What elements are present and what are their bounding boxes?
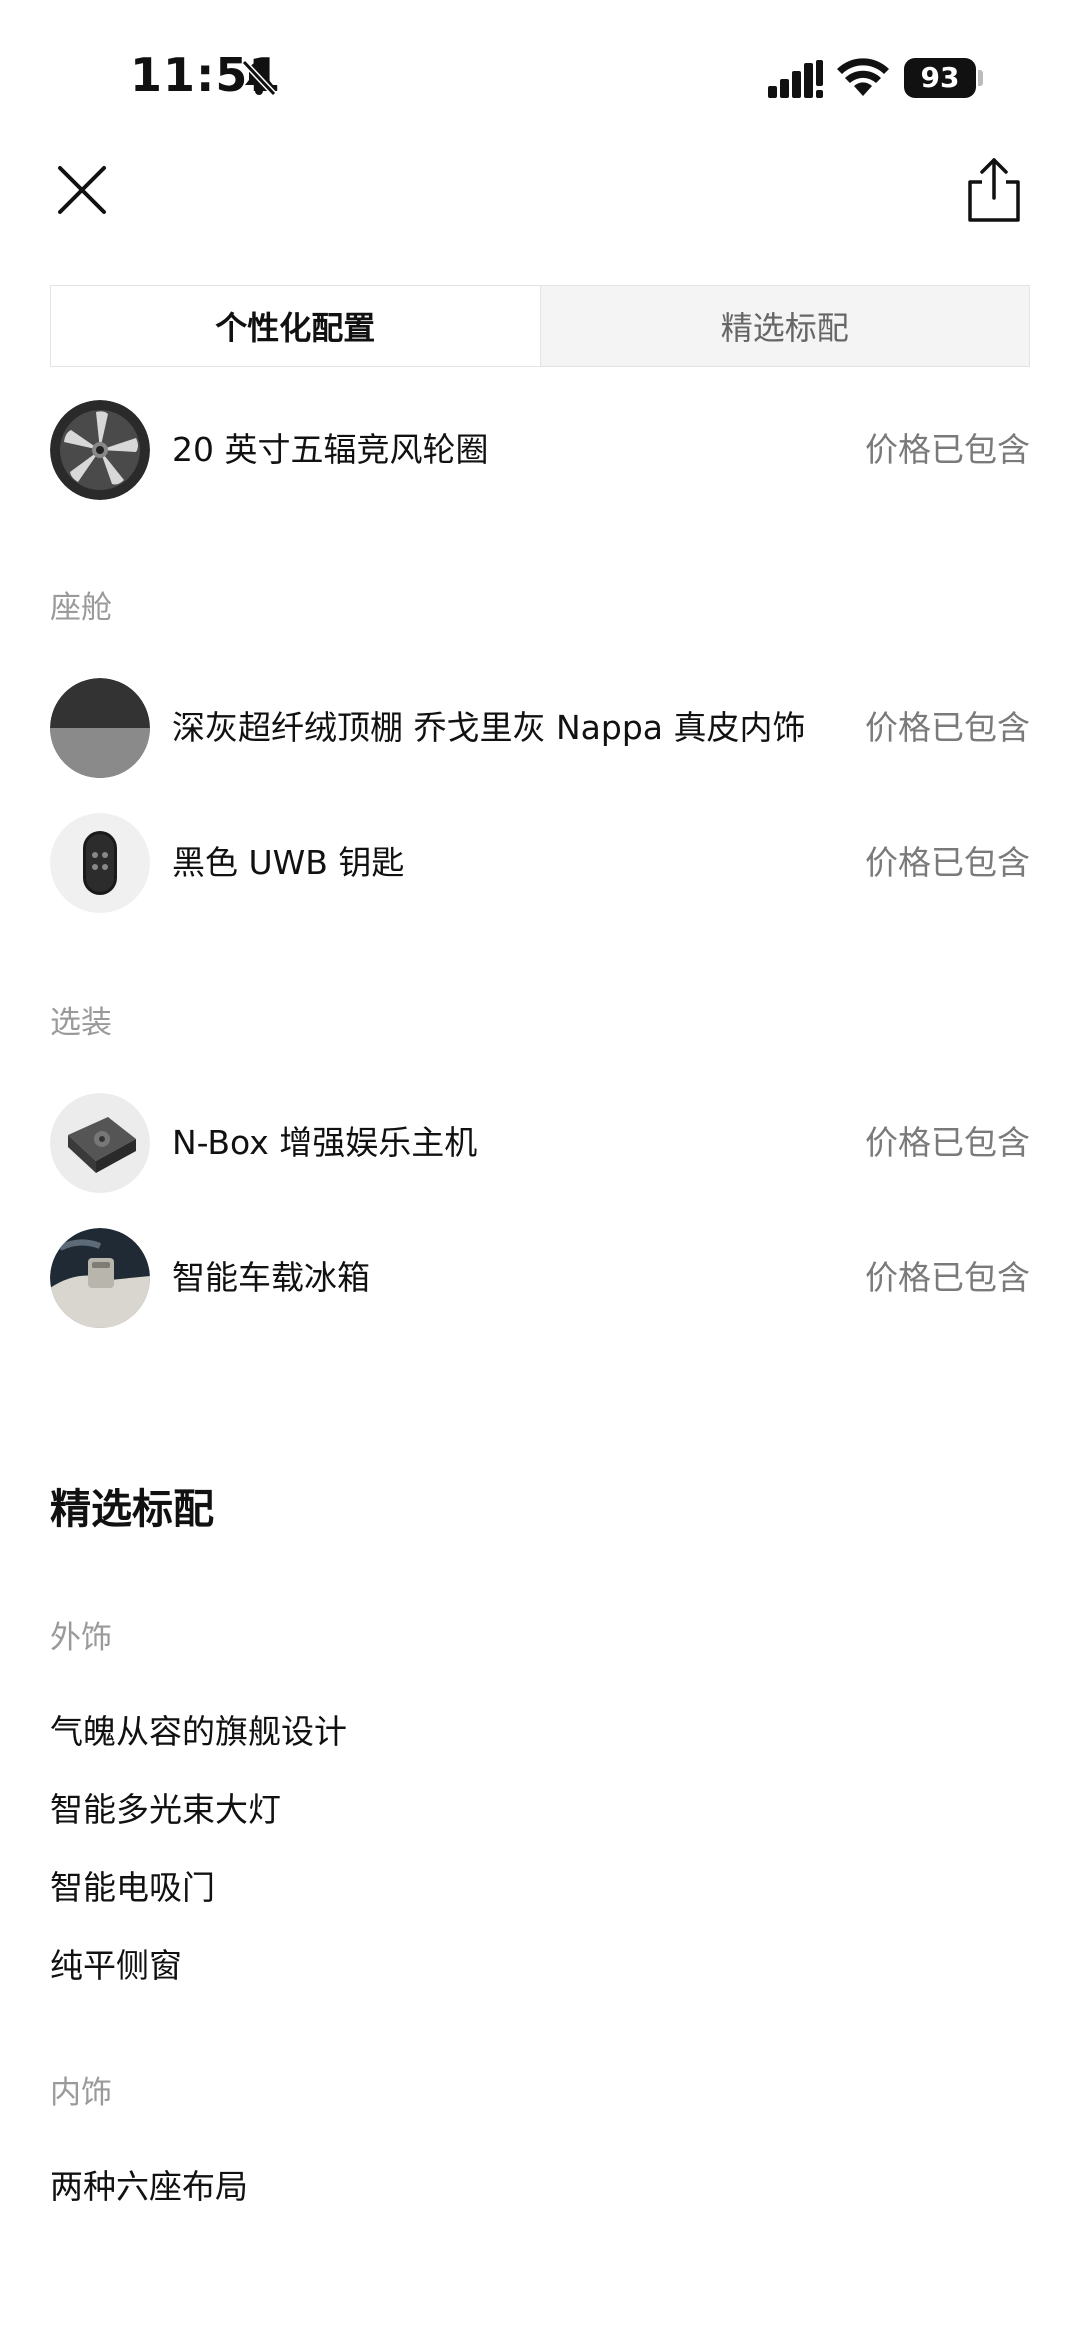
uwb-key-thumbnail [50,813,150,913]
exterior-item: 气魄从容的旗舰设计 [50,1712,347,1751]
tab-standard[interactable]: 精选标配 [539,286,1029,366]
interior-price: 价格已包含 [865,708,1030,747]
interior-color-thumbnail [50,678,150,778]
wheel-thumbnail [50,400,150,500]
fridge-price: 价格已包含 [865,1258,1030,1297]
close-icon[interactable] [52,160,112,220]
cellular-signal-icon [768,60,823,98]
exterior-item: 智能电吸门 [50,1868,215,1907]
interior-section-label: 内饰 [50,2075,112,2111]
fridge-name: 智能车载冰箱 [172,1258,370,1297]
wifi-icon [837,58,889,96]
wheel-name: 20 英寸五辐竞风轮圈 [172,430,489,469]
nbox-price: 价格已包含 [865,1123,1030,1162]
exterior-item: 智能多光束大灯 [50,1790,281,1829]
bell-slash-icon [241,59,277,97]
config-row-key[interactable]: 黑色 UWB 钥匙 价格已包含 [50,813,1030,913]
nbox-name: N-Box 增强娱乐主机 [172,1123,478,1162]
config-tabs: 个性化配置 精选标配 [50,285,1030,367]
share-icon[interactable] [962,156,1026,224]
wheel-price: 价格已包含 [865,430,1030,469]
nbox-thumbnail [50,1093,150,1193]
config-row-wheel[interactable]: 20 英寸五辐竞风轮圈 价格已包含 [50,400,1030,500]
key-name: 黑色 UWB 钥匙 [172,843,405,882]
exterior-item: 纯平侧窗 [50,1946,182,1985]
cabin-section-label: 座舱 [50,590,112,626]
interior-item: 两种六座布局 [50,2167,248,2206]
options-section-label: 选装 [50,1005,112,1041]
interior-name: 深灰超纤绒顶棚 乔戈里灰 Nappa 真皮内饰 [172,708,806,747]
config-row-interior[interactable]: 深灰超纤绒顶棚 乔戈里灰 Nappa 真皮内饰 价格已包含 [50,678,1030,778]
exterior-section-label: 外饰 [50,1620,112,1656]
config-row-nbox[interactable]: N-Box 增强娱乐主机 价格已包含 [50,1093,1030,1193]
standard-title: 精选标配 [50,1485,214,1533]
key-price: 价格已包含 [865,843,1030,882]
battery-icon: 93 [904,58,984,98]
fridge-thumbnail [50,1228,150,1328]
battery-level: 93 [904,58,976,98]
config-row-fridge[interactable]: 智能车载冰箱 价格已包含 [50,1228,1030,1328]
status-bar: 11:51 93 [0,0,1080,150]
tab-personalized[interactable]: 个性化配置 [51,286,540,366]
